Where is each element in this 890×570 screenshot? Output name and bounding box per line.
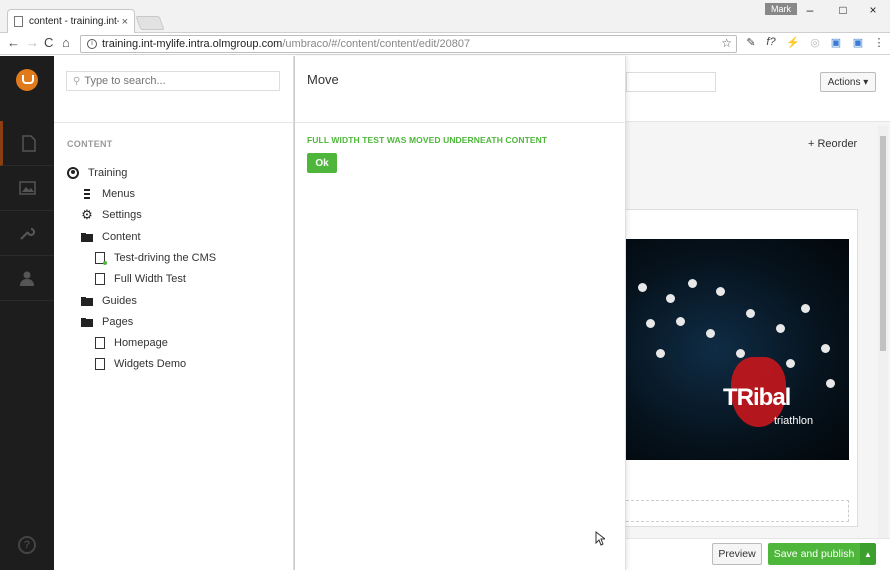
node-name-input[interactable]: [626, 72, 716, 92]
reorder-label: Reorder: [817, 138, 858, 150]
tree-item-label: Training: [88, 167, 128, 179]
divider: [54, 122, 294, 123]
eyedropper-icon[interactable]: ✎: [744, 36, 758, 49]
bookmark-star-icon[interactable]: ☆: [721, 36, 732, 50]
tree-search-box[interactable]: ⚲: [66, 71, 280, 91]
menu-icon: [81, 188, 93, 200]
image-brand-text: TRibal: [723, 384, 791, 411]
ok-button[interactable]: Ok: [307, 153, 337, 173]
tree-item-label: Settings: [102, 209, 142, 221]
scrollbar-thumb[interactable]: [880, 136, 886, 351]
document-icon: [95, 337, 105, 349]
tree-item-label: Homepage: [114, 337, 168, 349]
page-icon: [14, 16, 23, 27]
save-and-publish-button[interactable]: Save and publish: [768, 543, 860, 565]
content-tree-panel: ⚲ CONTENT Training Menus ⚙ Settings Cont…: [54, 56, 294, 570]
umbraco-logo-icon[interactable]: [16, 69, 38, 91]
actions-button[interactable]: Actions ▾: [820, 72, 876, 92]
tree-item-label: Guides: [102, 295, 137, 307]
folder-icon: [81, 295, 93, 307]
tree-section-title: CONTENT: [67, 139, 113, 149]
scrollbar[interactable]: [878, 126, 888, 538]
maximize-icon[interactable]: □: [836, 3, 850, 17]
extension-icon[interactable]: ◎: [808, 36, 822, 49]
reload-icon[interactable]: C: [44, 35, 53, 50]
browser-tab[interactable]: content - training.int-my ×: [7, 9, 135, 33]
content-editor: Actions ▾ + Reorder TRibal triathlon Pre…: [626, 56, 890, 570]
globe-icon: [67, 167, 79, 179]
browser-tab-strip: content - training.int-my × Mark – □ ×: [0, 0, 890, 33]
document-icon: [95, 252, 107, 265]
tab-close-icon[interactable]: ×: [122, 16, 128, 28]
tree-item-label: Widgets Demo: [114, 358, 187, 370]
browser-toolbar: ← → C ⌂ i training.int-mylife.intra.olmg…: [0, 33, 890, 55]
info-icon[interactable]: i: [87, 39, 97, 49]
tree-item-test-driving[interactable]: Test-driving the CMS: [95, 249, 216, 267]
tree-item-homepage[interactable]: Homepage: [95, 334, 168, 352]
image-brand-subtext: triathlon: [774, 415, 814, 427]
dialog-title: Move: [307, 72, 339, 87]
editor-panel: TRibal triathlon: [626, 209, 858, 527]
function-icon[interactable]: f?: [764, 36, 778, 48]
tree-item-label: Menus: [102, 188, 136, 200]
tree-item-label: Content: [102, 231, 141, 243]
document-icon: [95, 273, 105, 285]
tree-item-settings[interactable]: ⚙ Settings: [81, 206, 142, 224]
folder-icon: [81, 231, 93, 243]
document-icon: [95, 358, 105, 370]
tree-item-pages[interactable]: Pages: [81, 313, 133, 331]
preview-button[interactable]: Preview: [712, 543, 762, 565]
tree-item-label: Pages: [102, 316, 134, 328]
editor-header: Actions ▾: [626, 56, 890, 122]
mouse-cursor-icon: [595, 530, 607, 549]
search-icon: ⚲: [73, 75, 81, 87]
gear-icon: ⚙: [81, 207, 93, 222]
extension-icon[interactable]: ⚡: [786, 36, 800, 49]
tree-item-guides[interactable]: Guides: [81, 292, 137, 310]
help-icon[interactable]: ?: [18, 536, 36, 554]
back-icon[interactable]: ←: [7, 35, 20, 50]
address-bar[interactable]: i training.int-mylife.intra.olmgroup.com…: [80, 35, 737, 53]
url-host: training.int-mylife.intra.olmgroup.com: [102, 38, 283, 50]
publish-options-caret-icon[interactable]: ▲: [860, 543, 876, 565]
divider: [295, 122, 627, 123]
tree-item-widgets-demo[interactable]: Widgets Demo: [95, 355, 186, 373]
url-path: /umbraco/#/content/content/edit/20807: [282, 38, 471, 50]
new-tab-button[interactable]: [135, 16, 165, 30]
tree-item-training[interactable]: Training: [67, 164, 127, 182]
folder-icon: [81, 316, 93, 328]
media-section-icon[interactable]: [0, 166, 54, 211]
forward-icon[interactable]: →: [26, 35, 39, 50]
extension-icon[interactable]: ▣: [829, 36, 843, 49]
tab-title: content - training.int-my: [28, 16, 119, 27]
success-message: FULL WIDTH TEST WAS MOVED UNDERNEATH CON…: [307, 135, 548, 145]
move-dialog: Move FULL WIDTH TEST WAS MOVED UNDERNEAT…: [294, 56, 627, 570]
menu-kebab-icon[interactable]: ⋮: [872, 36, 886, 49]
users-section-icon[interactable]: [0, 256, 54, 301]
close-window-icon[interactable]: ×: [866, 3, 880, 17]
umbraco-app: ? ⚲ CONTENT Training Menus ⚙ Settings Co…: [0, 56, 890, 570]
editor-footer: Preview Save and publish ▲: [626, 538, 890, 570]
home-icon[interactable]: ⌂: [62, 35, 70, 50]
settings-section-icon[interactable]: [0, 211, 54, 256]
user-profile-badge[interactable]: Mark: [765, 3, 797, 15]
section-nav: ?: [0, 56, 54, 570]
minimize-icon[interactable]: –: [803, 3, 817, 17]
tree-item-full-width-test[interactable]: Full Width Test: [95, 270, 186, 288]
triathlon-image[interactable]: TRibal triathlon: [626, 239, 849, 460]
tree-item-label: Full Width Test: [114, 273, 186, 285]
tree-item-menus[interactable]: Menus: [81, 185, 135, 203]
content-section-icon[interactable]: [0, 121, 54, 166]
tree-item-content[interactable]: Content: [81, 228, 141, 246]
reorder-button[interactable]: + Reorder: [808, 138, 857, 150]
tree-item-label: Test-driving the CMS: [114, 252, 217, 264]
tree-search-input[interactable]: [84, 75, 275, 87]
grid-drop-zone[interactable]: [626, 500, 849, 522]
extension-icon[interactable]: ▣: [851, 36, 865, 49]
